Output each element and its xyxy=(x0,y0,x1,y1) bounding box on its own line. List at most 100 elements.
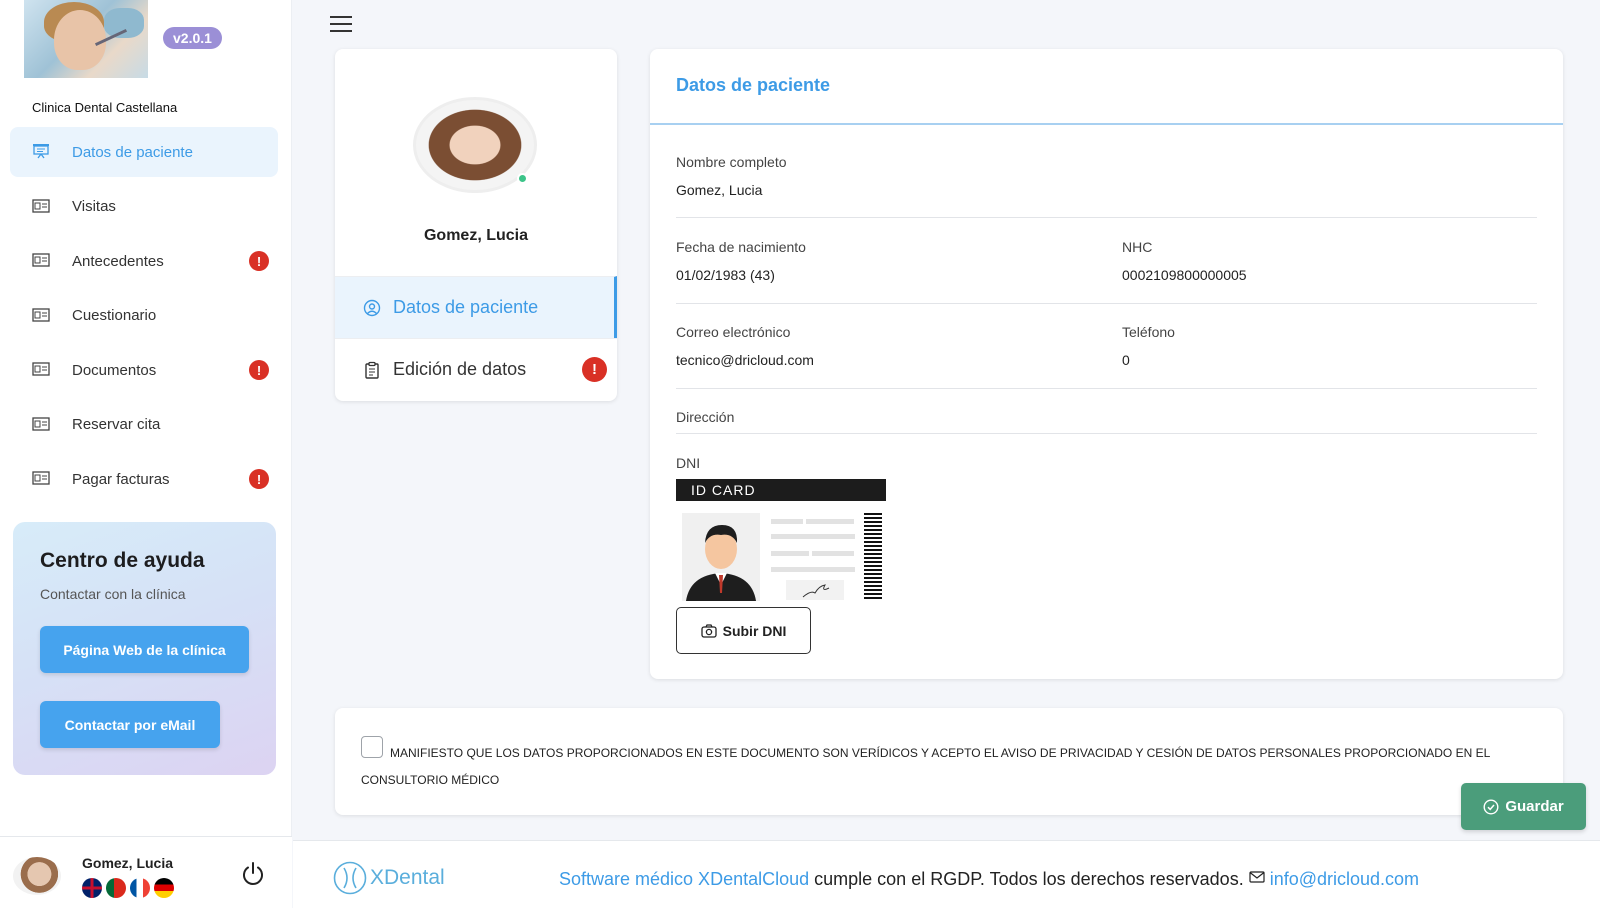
button-label: Subir DNI xyxy=(722,622,787,639)
sidebar-item-datos-paciente[interactable]: Datos de paciente xyxy=(10,127,278,177)
clinic-name: Clinica Dental Castellana xyxy=(32,100,178,115)
sidebar-item-cuestionario[interactable]: Cuestionario xyxy=(10,291,278,341)
save-button[interactable]: Guardar xyxy=(1461,783,1586,830)
user-name: Gomez, Lucia xyxy=(82,855,174,871)
person-icon xyxy=(682,513,760,601)
field-label: Dirección xyxy=(676,409,735,425)
menu-toggle-icon[interactable] xyxy=(330,16,352,34)
field-value: 0 xyxy=(1122,352,1130,368)
address-field: Dirección xyxy=(676,409,734,425)
profile-nav-datos-paciente[interactable]: Datos de paciente xyxy=(335,276,617,338)
id-card-icon xyxy=(32,253,50,267)
sidebar: v2.0.1 Clinica Dental Castellana Datos d… xyxy=(0,0,292,908)
consent-text: MANIFIESTO QUE LOS DATOS PROPORCIONADOS … xyxy=(361,746,1490,787)
online-status-indicator xyxy=(517,173,528,184)
phone-field: Teléfono 0 xyxy=(1122,324,1175,368)
alert-badge: ! xyxy=(249,469,269,489)
alert-badge: ! xyxy=(582,357,607,382)
divider xyxy=(676,388,1537,389)
profile-name: Gomez, Lucia xyxy=(423,227,529,244)
alert-badge: ! xyxy=(249,360,269,380)
sidebar-item-reservar-cita[interactable]: Reservar cita xyxy=(10,400,278,450)
profile-nav-edicion-datos[interactable]: Edición de datos ! xyxy=(335,338,617,400)
contact-email-button[interactable]: Contactar por eMail xyxy=(40,701,220,748)
clinic-logo xyxy=(24,0,148,78)
user-circle-icon xyxy=(363,299,381,317)
version-badge: v2.0.1 xyxy=(163,27,222,49)
xdental-logo-icon xyxy=(333,861,367,895)
alert-badge: ! xyxy=(249,251,269,271)
sidebar-item-documentos[interactable]: Documentos ! xyxy=(10,345,278,395)
avatar[interactable] xyxy=(13,857,61,895)
sidebar-item-visitas[interactable]: Visitas xyxy=(10,182,278,232)
sidebar-item-label: Cuestionario xyxy=(72,307,157,324)
divider xyxy=(650,123,1563,125)
upload-dni-button[interactable]: Subir DNI xyxy=(676,607,811,654)
id-card-icon xyxy=(32,416,50,431)
id-card-icon xyxy=(32,198,50,213)
clinic-website-button[interactable]: Página Web de la clínica xyxy=(40,626,249,673)
id-card-icon xyxy=(32,307,50,322)
xdental-brand: XDental xyxy=(370,866,445,889)
sidebar-item-label: Reservar cita xyxy=(72,416,161,433)
barcode-icon xyxy=(864,511,882,599)
divider xyxy=(676,217,1537,218)
field-label: Teléfono xyxy=(1122,324,1175,340)
help-subtitle: Contactar con la clínica xyxy=(40,586,186,602)
patient-data-card: Datos de paciente Nombre completo Gomez,… xyxy=(650,49,1563,679)
presentation-icon xyxy=(33,144,49,159)
id-card-image: ID CARD xyxy=(676,479,886,604)
email-field: Correo electrónico tecnico@dricloud.com xyxy=(676,324,814,368)
envelope-icon xyxy=(1249,871,1265,883)
full-name-field: Nombre completo Gomez, Lucia xyxy=(676,154,787,198)
divider xyxy=(676,303,1537,304)
de-flag-icon[interactable] xyxy=(154,878,174,898)
id-card-icon xyxy=(32,471,50,485)
language-selector xyxy=(82,878,174,898)
uk-flag-icon[interactable] xyxy=(82,878,102,898)
sidebar-item-label: Pagar facturas xyxy=(72,470,170,488)
help-center: Centro de ayuda Contactar con la clínica… xyxy=(13,522,276,775)
field-label: Nombre completo xyxy=(676,154,787,170)
button-label: Guardar xyxy=(1505,798,1564,815)
xdental-logo: XDental xyxy=(333,861,445,895)
sidebar-item-label: Documentos xyxy=(72,361,157,379)
nhc-field: NHC 0002109800000005 xyxy=(1122,239,1247,283)
footer-text: cumple con el RGDP. Todos los derechos r… xyxy=(809,869,1249,889)
footer-copyright: Software médico XDentalCloud cumple con … xyxy=(559,869,1419,890)
profile-nav-label: Datos de paciente xyxy=(393,297,539,317)
field-label: Fecha de nacimiento xyxy=(676,239,806,255)
sidebar-nav: Datos de paciente Visitas Antecedentes !… xyxy=(10,127,278,509)
id-card-header: ID CARD xyxy=(676,479,886,501)
fr-flag-icon[interactable] xyxy=(130,878,150,898)
email-link[interactable]: info@dricloud.com xyxy=(1270,869,1419,889)
pt-flag-icon[interactable] xyxy=(106,878,126,898)
power-icon[interactable] xyxy=(240,861,266,887)
software-link[interactable]: Software médico XDentalCloud xyxy=(559,869,809,889)
field-value: 0002109800000005 xyxy=(1122,267,1247,283)
field-value: tecnico@dricloud.com xyxy=(676,352,814,368)
card-title: Datos de paciente xyxy=(676,75,831,95)
sidebar-item-pagar-facturas[interactable]: Pagar facturas ! xyxy=(10,454,278,504)
sidebar-item-label: Datos de paciente xyxy=(72,143,193,161)
field-value: Gomez, Lucia xyxy=(676,182,763,198)
id-card-icon xyxy=(32,362,50,376)
clipboard-icon xyxy=(365,361,379,379)
profile-card: Gomez, Lucia Datos de paciente Edición d… xyxy=(335,49,617,401)
sidebar-item-antecedentes[interactable]: Antecedentes ! xyxy=(10,236,278,286)
camera-icon xyxy=(700,623,717,638)
field-label: Correo electrónico xyxy=(676,324,791,340)
dob-field: Fecha de nacimiento 01/02/1983 (43) xyxy=(676,239,806,283)
field-value: 01/02/1983 (43) xyxy=(676,267,775,283)
divider xyxy=(676,433,1537,434)
dni-field: DNI xyxy=(676,455,700,471)
user-bar: Gomez, Lucia xyxy=(0,836,292,908)
consent-card: MANIFIESTO QUE LOS DATOS PROPORCIONADOS … xyxy=(335,708,1563,815)
check-circle-icon xyxy=(1483,798,1499,815)
field-label: NHC xyxy=(1122,239,1153,255)
help-title: Centro de ayuda xyxy=(40,549,205,572)
footer: XDental Software médico XDentalCloud cum… xyxy=(293,840,1600,908)
field-label: DNI xyxy=(676,455,701,471)
signature-icon xyxy=(802,584,830,598)
profile-nav-label: Edición de datos xyxy=(393,359,527,379)
